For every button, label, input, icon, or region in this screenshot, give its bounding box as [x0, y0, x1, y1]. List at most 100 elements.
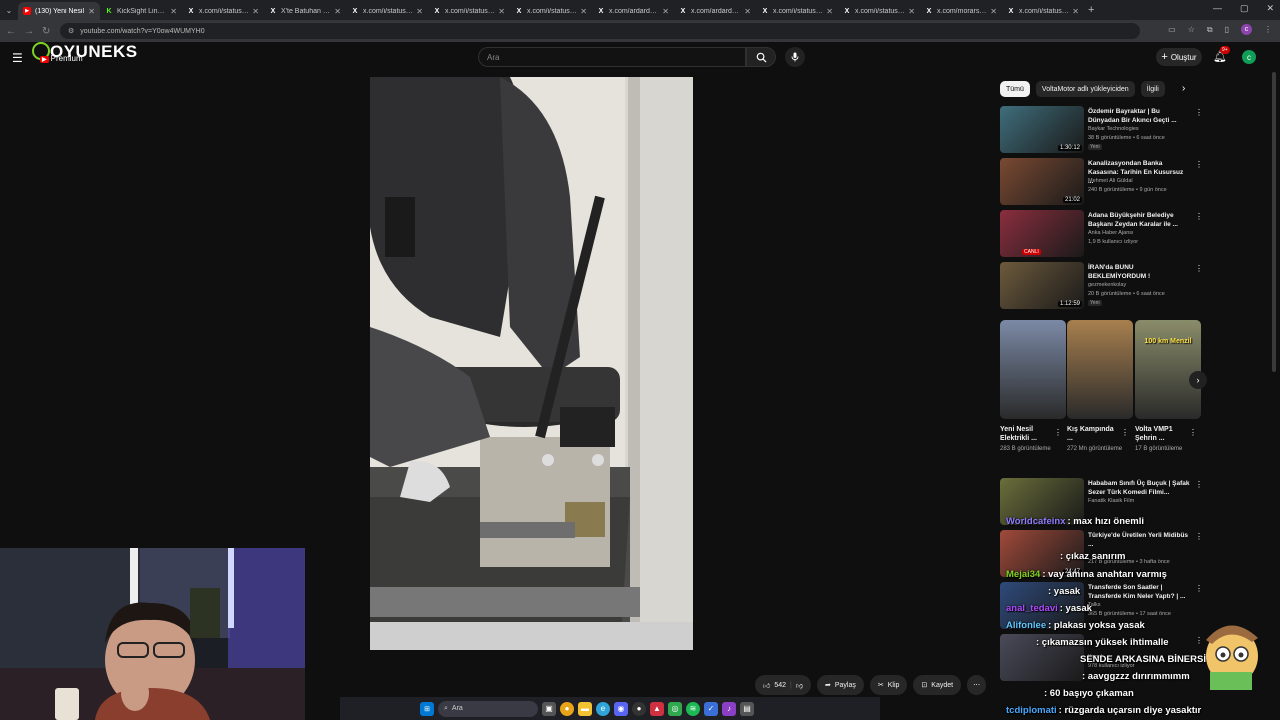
notifications-icon[interactable]: 🔔︎ 9+ [1213, 46, 1230, 63]
more-options-icon[interactable]: ⋮ [1195, 212, 1203, 221]
chip-all[interactable]: Tümü [1000, 81, 1030, 97]
chip-uploader[interactable]: VoltaMotor adlı yükleyiciden [1035, 81, 1135, 97]
video-thumbnail[interactable]: 21:02 [1000, 158, 1084, 205]
minimize-icon[interactable]: — [1213, 3, 1222, 14]
tab-close-icon[interactable]: ✕ [498, 7, 505, 16]
like-button[interactable]: 👍︎ 542 | 👎︎ [755, 675, 811, 695]
tab-close-icon[interactable]: ✕ [88, 7, 95, 16]
discord-icon[interactable]: ◉ [614, 701, 628, 716]
obs-icon[interactable]: ● [632, 701, 646, 716]
more-actions-button[interactable]: ⋯ [967, 675, 987, 695]
video-title[interactable]: Türkiye'de Üretilen Yerli Midibüs ... [1088, 531, 1190, 549]
spotify-icon[interactable]: ≋ [686, 701, 700, 716]
app-red-icon[interactable]: ▲ [650, 701, 664, 716]
cast-icon[interactable]: ▭ [1168, 25, 1176, 34]
search-input[interactable]: Ara [478, 47, 746, 67]
short-thumbnail[interactable]: 100 km Menzil [1135, 320, 1201, 419]
tab-close-icon[interactable]: ✕ [744, 7, 751, 16]
chevron-right-icon[interactable]: › [1182, 83, 1185, 94]
video-title[interactable]: Transferde Son Saatler | Transferde Kim … [1088, 583, 1190, 601]
video-title[interactable]: Özdemir Bayraktar | Bu Dünyadan Bir Akın… [1088, 107, 1190, 125]
reload-icon[interactable]: ↻ [42, 26, 54, 37]
profile-avatar[interactable]: c [1241, 24, 1252, 35]
maximize-icon[interactable]: ▢ [1240, 3, 1249, 14]
thumbs-down-icon[interactable]: 👎︎ [796, 681, 803, 690]
menu-icon[interactable]: ☰ [12, 51, 23, 65]
app-gray-icon[interactable]: ▤ [740, 701, 754, 716]
forward-icon[interactable]: → [24, 26, 36, 37]
video-thumbnail[interactable]: 1:12:59 [1000, 262, 1084, 309]
more-options-icon[interactable]: ⋮ [1195, 108, 1203, 117]
search-button[interactable] [746, 47, 776, 67]
tab-close-icon[interactable]: ✕ [252, 7, 259, 16]
browser-tab[interactable]: Xx.com/i/status/20 ✕ [510, 2, 592, 20]
browser-tab[interactable]: ▶ (130) Yeni Nesil ✕ [18, 2, 100, 20]
sidebar-icon[interactable]: ▯ [1225, 25, 1229, 34]
tab-close-icon[interactable]: ✕ [908, 7, 915, 16]
video-thumbnail[interactable]: CANLI [1000, 210, 1084, 257]
windows-start-icon[interactable]: ⊞ [420, 701, 434, 716]
bookmark-star-icon[interactable]: ☆ [1188, 25, 1195, 34]
channel-name[interactable]: Baykar Technologies [1088, 126, 1139, 132]
recommendation-item[interactable]: 21:02 Kanalizasyondan Banka Kasasına: Tar… [1000, 158, 1203, 206]
tab-close-icon[interactable]: ✕ [1072, 7, 1079, 16]
recommendation-item[interactable]: CANLI Adana Büyükşehir Belediye Başkanı Z… [1000, 210, 1203, 258]
browser-tab[interactable]: Xx.com/i/status/20 ✕ [346, 2, 428, 20]
short-item[interactable]: Kış Kampında ... 272 Mn görüntüleme ⋮ [1067, 320, 1133, 453]
tab-close-icon[interactable]: ✕ [416, 7, 423, 16]
app-blue-icon[interactable]: ✓ [704, 701, 718, 716]
short-title[interactable]: Yeni Nesil Elektrikli ... [1000, 425, 1054, 443]
site-info-icon[interactable]: ⚙ [68, 27, 74, 35]
back-icon[interactable]: ← [6, 26, 18, 37]
browser-tab[interactable]: Xx.com/i/status/20 ✕ [838, 2, 920, 20]
browser-tab[interactable]: Xx.com/i/status/20 ✕ [428, 2, 510, 20]
video-player[interactable] [370, 77, 693, 650]
tab-close-icon[interactable]: ✕ [334, 7, 341, 16]
video-title[interactable]: İRAN'da BUNU BEKLEMİYORDUM ! [1088, 263, 1190, 281]
browser-tab[interactable]: K KickSight Link Dev✕ [100, 2, 182, 20]
browser-tab[interactable]: Xx.com/i/status/20 ✕ [1002, 2, 1084, 20]
more-options-icon[interactable]: ⋮ [1195, 160, 1203, 169]
url-field[interactable]: ⚙ youtube.com/watch?v=Y0ow4WUMYH0 [60, 23, 1140, 39]
more-options-icon[interactable]: ⋮ [1195, 264, 1203, 273]
short-title[interactable]: Kış Kampında ... [1067, 425, 1121, 443]
tab-close-icon[interactable]: ✕ [826, 7, 833, 16]
channel-name[interactable]: gezmekenkolay [1088, 282, 1126, 288]
tab-close-icon[interactable]: ✕ [170, 7, 177, 16]
account-avatar[interactable]: c [1242, 50, 1256, 64]
channel-logo[interactable]: OYUNEKS ▶ Premium [30, 42, 140, 70]
more-options-icon[interactable]: ⋮ [1195, 584, 1203, 593]
chrome-icon[interactable]: ● [560, 701, 574, 716]
create-button[interactable]: + Oluştur [1156, 48, 1202, 66]
short-thumbnail[interactable] [1000, 320, 1066, 419]
browser-tab[interactable]: Xx.com/i/status/20 ✕ [182, 2, 264, 20]
tab-search-icon[interactable]: ⌄ [0, 0, 18, 20]
more-options-icon[interactable]: ⋮ [1121, 428, 1129, 437]
new-tab-icon[interactable]: + [1088, 4, 1094, 16]
app-purple-icon[interactable]: ♪ [722, 701, 736, 716]
recommendation-item[interactable]: 1:12:59 İRAN'da BUNU BEKLEMİYORDUM ! gezme… [1000, 262, 1203, 310]
tab-close-icon[interactable]: ✕ [990, 7, 997, 16]
short-title[interactable]: Volta VMP1 Şehrin ... [1135, 425, 1189, 443]
video-title[interactable]: Hababam Sınıfı Üç Buçuk | Şafak Sezer Tü… [1088, 479, 1190, 497]
clip-button[interactable]: ✂ Klip [869, 675, 908, 695]
browser-tab[interactable]: Xx.com/ardardav/s ✕ [674, 2, 756, 20]
more-options-icon[interactable]: ⋮ [1189, 428, 1197, 437]
short-item[interactable]: Yeni Nesil Elektrikli ... 283 B görüntüle… [1000, 320, 1066, 453]
taskbar-search[interactable]: ⌕ Ara [438, 700, 538, 717]
chip-related[interactable]: İlgili [1140, 81, 1165, 97]
page-scrollbar[interactable] [1272, 72, 1276, 372]
browser-tab[interactable]: Xx.com/ardardav/s ✕ [592, 2, 674, 20]
more-options-icon[interactable]: ⋮ [1195, 480, 1203, 489]
browser-tab[interactable]: Xx.com/morarsiv/s ✕ [920, 2, 1002, 20]
save-button[interactable]: ⊡ Kaydet [913, 675, 962, 695]
tab-close-icon[interactable]: ✕ [580, 7, 587, 16]
task-view-icon[interactable]: ▣ [542, 701, 556, 716]
browser-tab[interactable]: X X'te Batuhan Karı ✕ [264, 2, 346, 20]
shorts-next-icon[interactable]: › [1189, 371, 1207, 389]
more-options-icon[interactable]: ⋮ [1054, 428, 1062, 437]
file-explorer-icon[interactable]: ▬ [578, 701, 592, 716]
tab-close-icon[interactable]: ✕ [662, 7, 669, 16]
extensions-icon[interactable]: ⧉ [1207, 25, 1213, 35]
channel-name[interactable]: Fanatik Klasik Film [1088, 498, 1134, 504]
